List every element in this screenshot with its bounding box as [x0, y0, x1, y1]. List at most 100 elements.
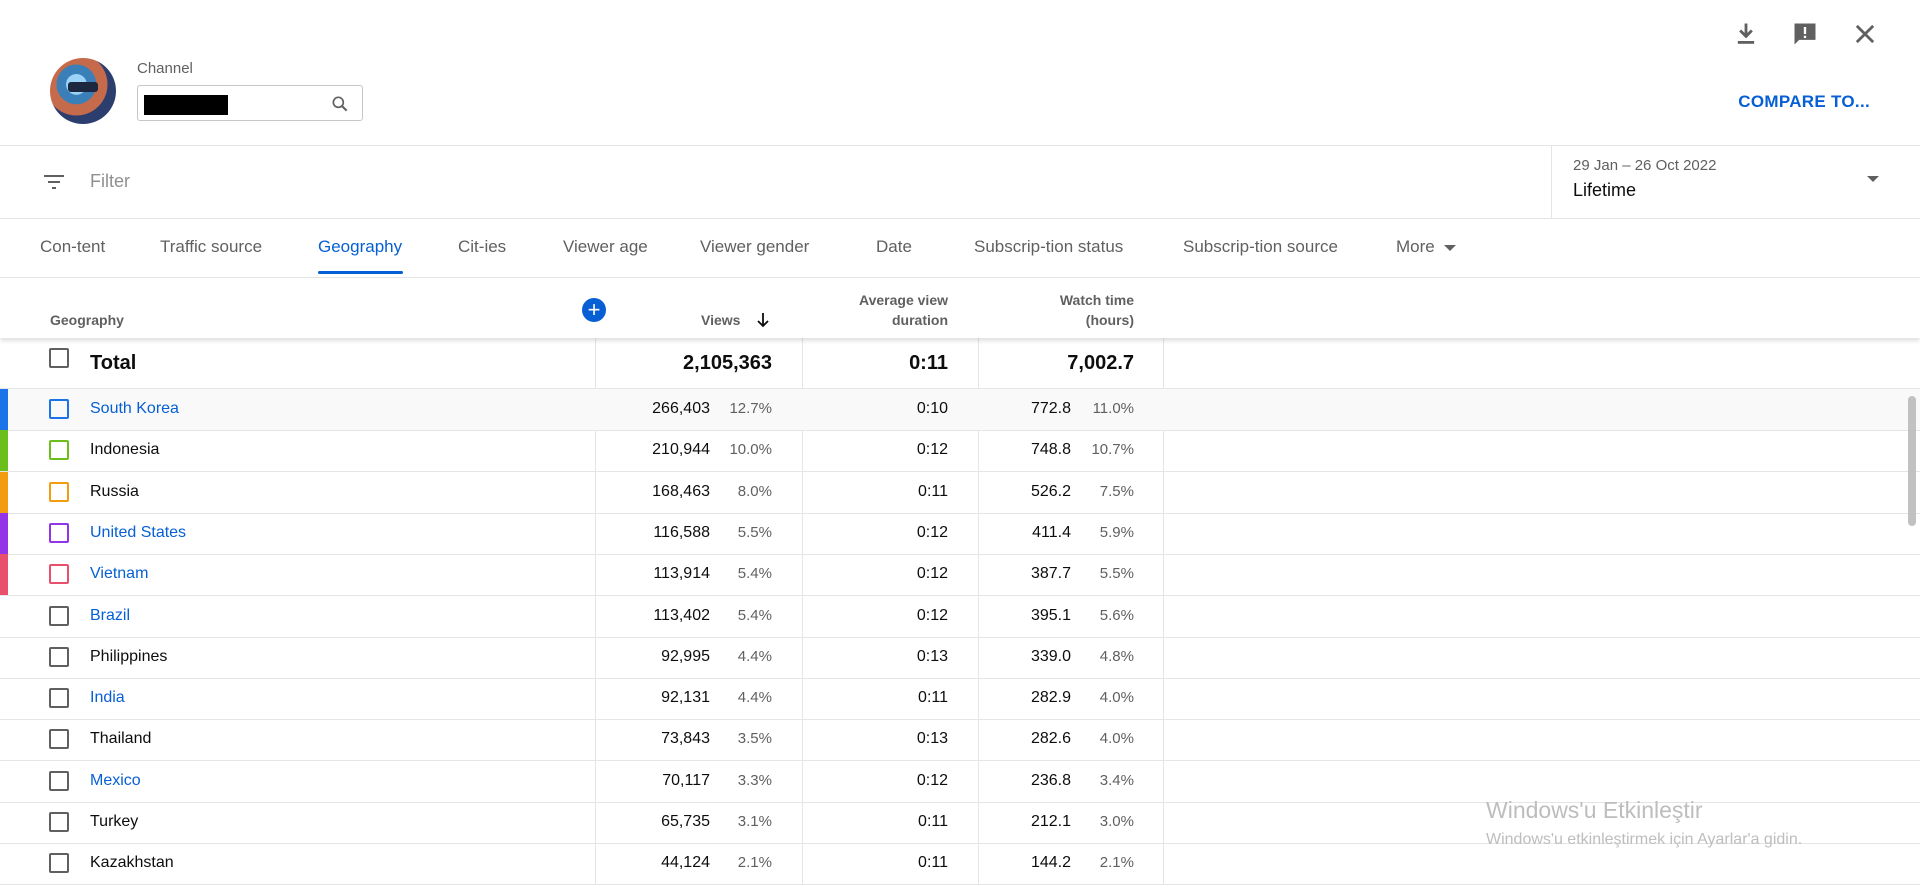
tab-more[interactable]: More: [1396, 237, 1456, 257]
watch-time-percent: 7.5%: [1099, 482, 1134, 500]
active-tab-indicator: [318, 271, 403, 274]
row-checkbox[interactable]: [49, 564, 69, 585]
header-watch-time-line1[interactable]: Watch time: [1060, 292, 1134, 308]
download-icon[interactable]: [1732, 20, 1760, 48]
views-value: 168,463: [652, 482, 710, 500]
total-watch-time: 7,002.7: [1067, 352, 1134, 374]
row-checkbox[interactable]: [49, 399, 69, 419]
series-color-strip: [0, 389, 8, 430]
watch-time-percent: 5.9%: [1099, 523, 1134, 541]
avg-duration-value: 0:12: [916, 441, 948, 459]
series-color-strip: [0, 430, 8, 472]
watch-time-value: 339.0: [1030, 647, 1071, 665]
country-name[interactable]: United States: [90, 524, 186, 542]
avg-duration-value: 0:11: [918, 854, 948, 872]
views-value: 70,117: [662, 771, 710, 789]
row-checkbox[interactable]: [49, 812, 69, 832]
avg-duration-value: 0:13: [916, 730, 948, 748]
table-row: India 92,131 0:11 282.9 4.4% 4.0%: [0, 678, 1920, 721]
views-value: 92,995: [661, 647, 710, 665]
dimension-tabs: Con-tent Traffic source Geography Cit-ie…: [0, 219, 1920, 278]
add-metric-button[interactable]: +: [582, 298, 606, 322]
tab-viewer-age[interactable]: Viewer age: [563, 237, 648, 257]
watch-time-value: 772.8: [1030, 400, 1071, 417]
row-checkbox[interactable]: [49, 605, 69, 626]
chevron-down-icon: [1867, 176, 1879, 182]
avg-duration-value: 0:12: [916, 771, 948, 789]
series-color-strip: [0, 512, 8, 554]
tab-viewer-gender[interactable]: Viewer gender: [700, 237, 809, 257]
row-checkbox[interactable]: [49, 646, 69, 667]
watch-time-value: 411.4: [1032, 523, 1071, 541]
country-name[interactable]: South Korea: [90, 400, 179, 418]
views-value: 44,124: [661, 854, 710, 872]
tab-geography[interactable]: Geography: [318, 237, 402, 257]
compare-to-button[interactable]: COMPARE TO...: [1738, 92, 1870, 112]
table-row-total: Total 2,105,363 0:11 7,002.7: [0, 338, 1920, 389]
header-watch-time-line2[interactable]: (hours): [1086, 312, 1134, 328]
channel-selector-input[interactable]: [137, 85, 363, 121]
row-checkbox[interactable]: [49, 481, 69, 502]
search-icon[interactable]: [330, 94, 350, 114]
header-avg-view-duration-line1[interactable]: Average view: [859, 292, 948, 308]
date-range-selector[interactable]: 29 Jan – 26 Oct 2022 Lifetime: [1551, 146, 1920, 218]
tab-traffic-source[interactable]: Traffic source: [160, 237, 262, 257]
views-value: 113,402: [653, 606, 710, 624]
row-checkbox[interactable]: [49, 853, 69, 874]
views-value: 73,843: [661, 730, 710, 748]
chevron-down-icon: [1443, 244, 1456, 251]
channel-label: Channel: [137, 60, 193, 77]
table-row: Vietnam 113,914 0:12 387.7 5.4% 5.5%: [0, 554, 1920, 597]
views-value: 116,588: [653, 523, 710, 541]
views-percent: 3.5%: [737, 730, 772, 748]
views-value: 92,131: [661, 689, 710, 707]
feedback-icon[interactable]: [1791, 20, 1819, 48]
scrollbar[interactable]: [1908, 396, 1916, 526]
header-bar: Channel COMPARE TO...: [0, 0, 1920, 146]
channel-name-redacted: [144, 95, 228, 115]
row-checkbox[interactable]: [49, 522, 69, 543]
header-views[interactable]: Views: [701, 312, 740, 328]
avg-duration-value: 0:12: [916, 606, 948, 624]
views-percent: 5.4%: [737, 606, 772, 624]
views-percent: 3.3%: [737, 771, 772, 789]
filter-icon[interactable]: [42, 170, 66, 194]
country-name[interactable]: Mexico: [90, 772, 141, 790]
views-percent: 4.4%: [737, 647, 772, 665]
watch-time-value: 236.8: [1030, 771, 1071, 789]
row-checkbox[interactable]: [49, 770, 69, 791]
row-checkbox[interactable]: [49, 440, 69, 461]
country-name: Thailand: [90, 730, 152, 748]
tab-subscription-status[interactable]: Subscrip-tion status: [974, 237, 1123, 257]
table-row: Russia 168,463 0:11 526.2 8.0% 7.5%: [0, 471, 1920, 514]
watch-time-percent: 10.7%: [1091, 441, 1134, 459]
row-checkbox[interactable]: [49, 729, 69, 750]
table-row: United States 116,588 0:12 411.4 5.5% 5.9%: [0, 512, 1920, 555]
checkbox-total[interactable]: [49, 348, 69, 368]
tab-date[interactable]: Date: [876, 237, 912, 257]
watch-time-percent: 5.5%: [1099, 565, 1134, 583]
header-avg-view-duration-line2[interactable]: duration: [892, 312, 948, 328]
watch-time-percent: 3.4%: [1099, 771, 1134, 789]
tab-content[interactable]: Con-tent: [40, 237, 105, 257]
country-name: Kazakhstan: [90, 854, 174, 872]
country-name[interactable]: Vietnam: [90, 565, 148, 583]
row-checkbox[interactable]: [49, 688, 69, 709]
sort-down-icon[interactable]: [755, 311, 771, 329]
country-name[interactable]: India: [90, 689, 125, 707]
country-name[interactable]: Brazil: [90, 607, 130, 625]
filter-bar: Filter 29 Jan – 26 Oct 2022 Lifetime: [0, 146, 1920, 219]
avg-duration-value: 0:13: [916, 647, 948, 665]
watch-time-percent: 2.1%: [1099, 854, 1134, 872]
watch-time-percent: 5.6%: [1099, 606, 1134, 624]
close-icon[interactable]: [1851, 20, 1879, 48]
windows-activation-subtitle: Windows'u etkinleştirmek için Ayarlar'a …: [1486, 831, 1803, 848]
tab-cities[interactable]: Cit-ies: [458, 237, 506, 257]
views-percent: 5.5%: [737, 523, 772, 541]
views-percent: 12.7%: [729, 400, 772, 417]
tab-subscription-source[interactable]: Subscrip-tion source: [1183, 237, 1338, 257]
watch-time-percent: 4.8%: [1099, 647, 1134, 665]
watch-time-percent: 4.0%: [1099, 689, 1134, 707]
filter-input[interactable]: Filter: [90, 171, 130, 192]
watch-time-value: 748.8: [1030, 441, 1071, 459]
